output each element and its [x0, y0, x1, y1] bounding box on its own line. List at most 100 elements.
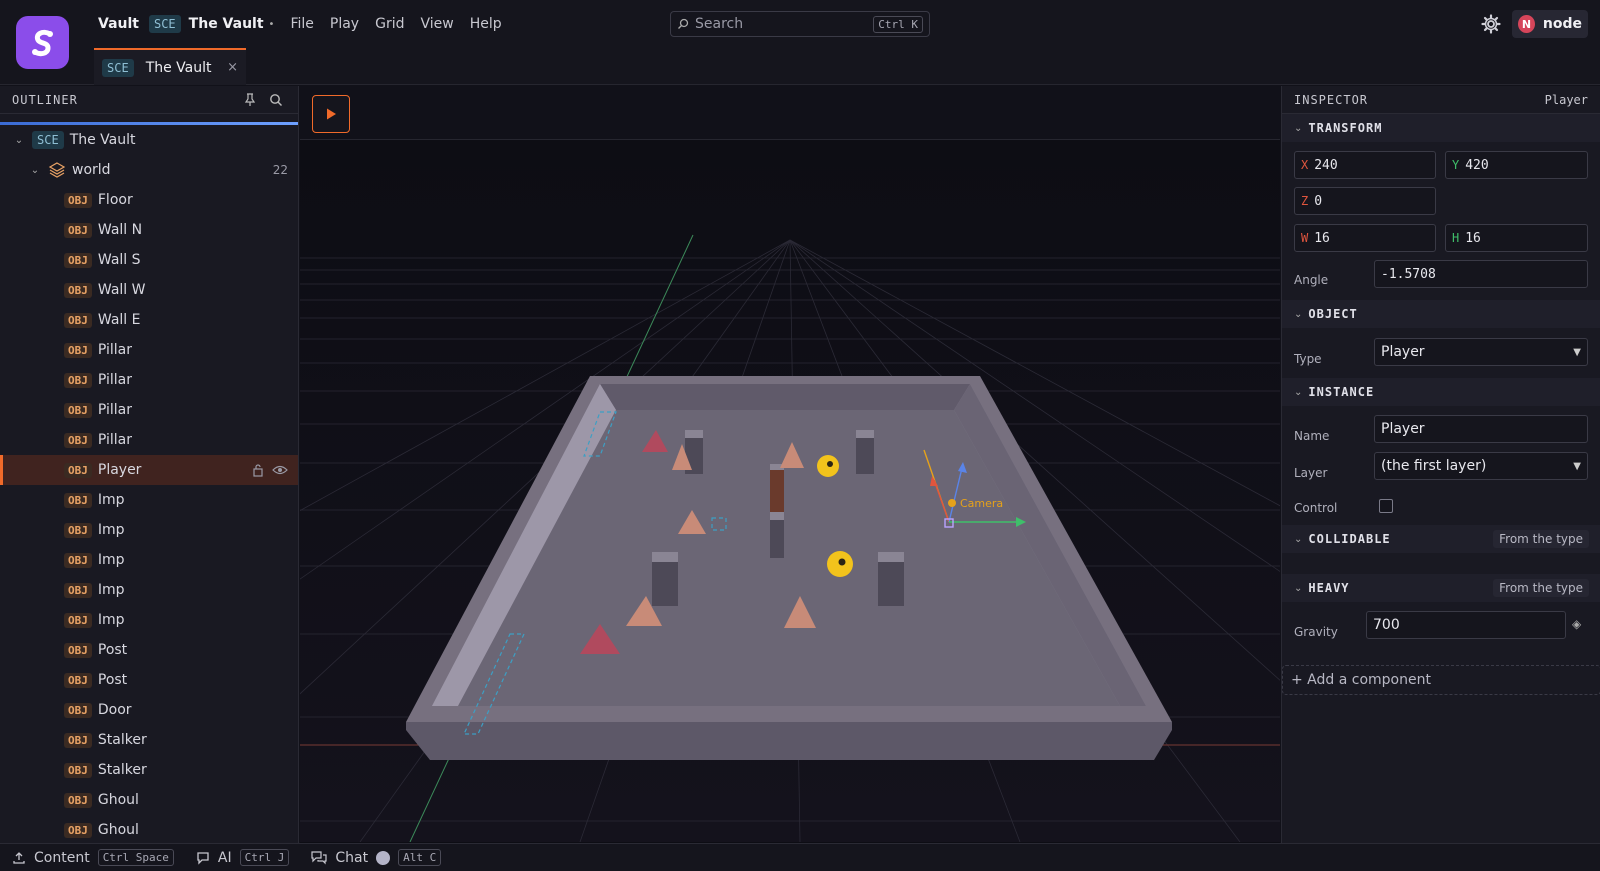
tree-object-row[interactable]: OBJ Pillar: [0, 335, 298, 365]
gravity-input[interactable]: 700: [1366, 611, 1566, 639]
object-tag: OBJ: [64, 252, 92, 268]
object-label: Wall N: [97, 222, 143, 238]
root-label: The Vault: [69, 132, 136, 148]
tree-object-row[interactable]: OBJ Wall E: [0, 305, 298, 335]
chevron-down-icon[interactable]: ⌄: [12, 135, 26, 146]
tree-object-row[interactable]: OBJ Floor: [0, 185, 298, 215]
section-collidable[interactable]: ⌄ COLLIDABLE From the type: [1282, 525, 1600, 553]
tree-object-row[interactable]: OBJ Wall N: [0, 215, 298, 245]
keyframe-icon[interactable]: ◈: [1572, 617, 1581, 631]
menu-grid[interactable]: Grid: [375, 16, 404, 32]
app-name: Vault: [98, 16, 139, 32]
menu-help[interactable]: Help: [470, 16, 502, 32]
eye-icon[interactable]: [272, 463, 288, 477]
tab-label: The Vault: [145, 59, 212, 76]
tree-object-row[interactable]: OBJ Post: [0, 635, 298, 665]
tree-object-row[interactable]: OBJ Pillar: [0, 365, 298, 395]
row-controls: [252, 463, 288, 477]
upload-icon: [13, 851, 25, 864]
chat-shortcut: Alt C: [398, 849, 442, 866]
chat-button[interactable]: Chat Alt C: [311, 849, 442, 866]
menu-view[interactable]: View: [420, 16, 453, 32]
scene-name[interactable]: The Vault: [189, 16, 264, 32]
angle-field[interactable]: -1.5708: [1374, 260, 1588, 288]
search-input[interactable]: Search Ctrl K: [670, 11, 930, 37]
tree-root-row[interactable]: ⌄ SCE The Vault: [0, 125, 298, 155]
x-field[interactable]: X 240: [1294, 151, 1436, 179]
tree-object-row[interactable]: OBJ Imp: [0, 485, 298, 515]
object-label: Wall E: [97, 312, 141, 328]
chevron-down-icon[interactable]: ⌄: [28, 165, 42, 176]
section-instance[interactable]: ⌄ INSTANCE: [1282, 378, 1600, 406]
tree-object-row[interactable]: OBJ Pillar: [0, 425, 298, 455]
inspector-panel: INSPECTOR Player ⌄ TRANSFORM X 240 Y 420…: [1281, 86, 1600, 843]
tree-object-row[interactable]: OBJ Imp: [0, 515, 298, 545]
object-tag: OBJ: [64, 642, 92, 658]
w-value: 16: [1314, 230, 1330, 246]
tree-object-row[interactable]: OBJ Pillar: [0, 395, 298, 425]
ai-button[interactable]: AI Ctrl J: [196, 849, 290, 866]
object-tag: OBJ: [64, 222, 92, 238]
chevron-down-icon: ⌄: [1294, 582, 1303, 594]
logo-icon: [31, 29, 53, 56]
x-value: 240: [1314, 157, 1338, 173]
lock-icon[interactable]: [252, 463, 264, 477]
h-label: H: [1452, 231, 1460, 245]
object-tag: OBJ: [64, 372, 92, 388]
layer-select[interactable]: (the first layer) ▼: [1374, 452, 1588, 480]
app-logo[interactable]: [16, 16, 69, 69]
content-button[interactable]: Content Ctrl Space: [12, 849, 174, 866]
section-title: OBJECT: [1308, 307, 1358, 321]
play-button[interactable]: [312, 95, 350, 133]
settings-button[interactable]: [1479, 12, 1503, 36]
tree-object-row[interactable]: OBJ Door: [0, 695, 298, 725]
add-component-button[interactable]: + Add a component: [1282, 665, 1600, 695]
user-menu-button[interactable]: N node: [1512, 10, 1588, 38]
search-icon: [678, 18, 689, 29]
user-name: node: [1542, 16, 1582, 32]
section-title: HEAVY: [1308, 581, 1350, 595]
gear-icon: [1481, 14, 1501, 34]
tree-object-row[interactable]: OBJ Wall S: [0, 245, 298, 275]
gravity-value: 700: [1373, 617, 1400, 633]
scene-canvas[interactable]: Camera: [300, 140, 1280, 842]
tree-object-row[interactable]: OBJ Post: [0, 665, 298, 695]
tree-object-row[interactable]: OBJ Player: [0, 455, 298, 485]
tree-object-row[interactable]: OBJ Imp: [0, 575, 298, 605]
width-field[interactable]: W 16: [1294, 224, 1436, 252]
outliner-tree: ⌄ SCE The Vault ⌄ world 22 OBJ Floor OBJ Wa…: [0, 125, 298, 843]
section-object[interactable]: ⌄ OBJECT: [1282, 300, 1600, 328]
tree-object-row[interactable]: OBJ Stalker: [0, 755, 298, 785]
z-field[interactable]: Z 0: [1294, 187, 1436, 215]
y-field[interactable]: Y 420: [1445, 151, 1588, 179]
camera-label: Camera: [960, 497, 1003, 510]
section-heavy[interactable]: ⌄ HEAVY From the type: [1282, 574, 1600, 602]
tree-object-row[interactable]: OBJ Stalker: [0, 725, 298, 755]
object-tag: OBJ: [64, 552, 92, 568]
ai-label: AI: [217, 849, 232, 866]
tree-object-row[interactable]: OBJ Imp: [0, 605, 298, 635]
chevron-down-icon: ⌄: [1294, 533, 1303, 545]
x-label: X: [1301, 158, 1309, 172]
tree-object-row[interactable]: OBJ Imp: [0, 545, 298, 575]
menu-play[interactable]: Play: [330, 16, 359, 32]
pin-icon[interactable]: [240, 90, 260, 110]
object-label: Ghoul: [97, 822, 139, 838]
section-title: TRANSFORM: [1308, 121, 1383, 135]
tree-object-row[interactable]: OBJ Ghoul: [0, 785, 298, 815]
tree-layer-row[interactable]: ⌄ world 22: [0, 155, 298, 185]
search-icon[interactable]: [266, 90, 286, 110]
section-transform[interactable]: ⌄ TRANSFORM: [1282, 114, 1600, 142]
tree-object-row[interactable]: OBJ Wall W: [0, 275, 298, 305]
tab-the-vault[interactable]: SCE The Vault ×: [94, 48, 246, 85]
name-input[interactable]: Player: [1374, 415, 1588, 443]
control-checkbox[interactable]: [1379, 499, 1393, 513]
object-label: Pillar: [97, 432, 133, 448]
close-icon[interactable]: ×: [227, 60, 238, 75]
tree-object-row[interactable]: OBJ Ghoul: [0, 815, 298, 843]
collidable-note: From the type: [1493, 530, 1589, 548]
height-field[interactable]: H 16: [1445, 224, 1588, 252]
menu-file[interactable]: File: [290, 16, 313, 32]
layer-label: Layer: [1294, 466, 1328, 480]
type-select[interactable]: Player ▼: [1374, 338, 1588, 366]
